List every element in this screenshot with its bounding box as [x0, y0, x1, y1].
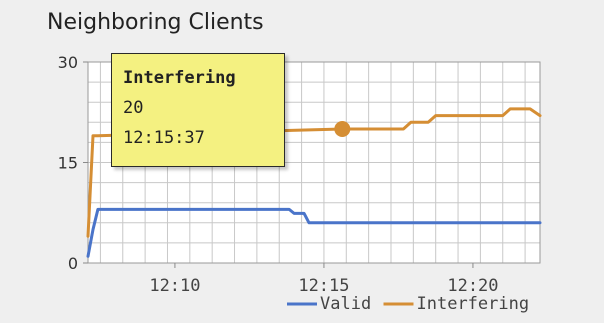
tooltip-value: 20: [123, 98, 144, 118]
neighboring-clients-widget: Neighboring Clients 0 15 30 12:10 12:15 12:20…: [0, 0, 604, 323]
tooltip-series-name: Interfering: [123, 68, 236, 88]
tooltip-time: 12:15:37: [123, 128, 205, 148]
x-tick-label: 12:20: [447, 276, 498, 296]
highlighted-point-marker[interactable]: [334, 121, 351, 137]
legend-label-interfering[interactable]: Interfering: [417, 294, 530, 314]
x-tick-label: 12:10: [149, 276, 200, 296]
x-tick-label: 12:15: [298, 276, 349, 296]
data-point-tooltip: Interfering 20 12:15:37: [111, 53, 285, 167]
y-tick-label: 0: [68, 254, 78, 273]
y-tick-label: 15: [58, 154, 78, 173]
y-tick-label: 30: [58, 53, 78, 72]
line-chart[interactable]: 0 15 30 12:10 12:15 12:20 Valid Interfering: [0, 0, 604, 323]
legend-label-valid[interactable]: Valid: [320, 294, 371, 314]
